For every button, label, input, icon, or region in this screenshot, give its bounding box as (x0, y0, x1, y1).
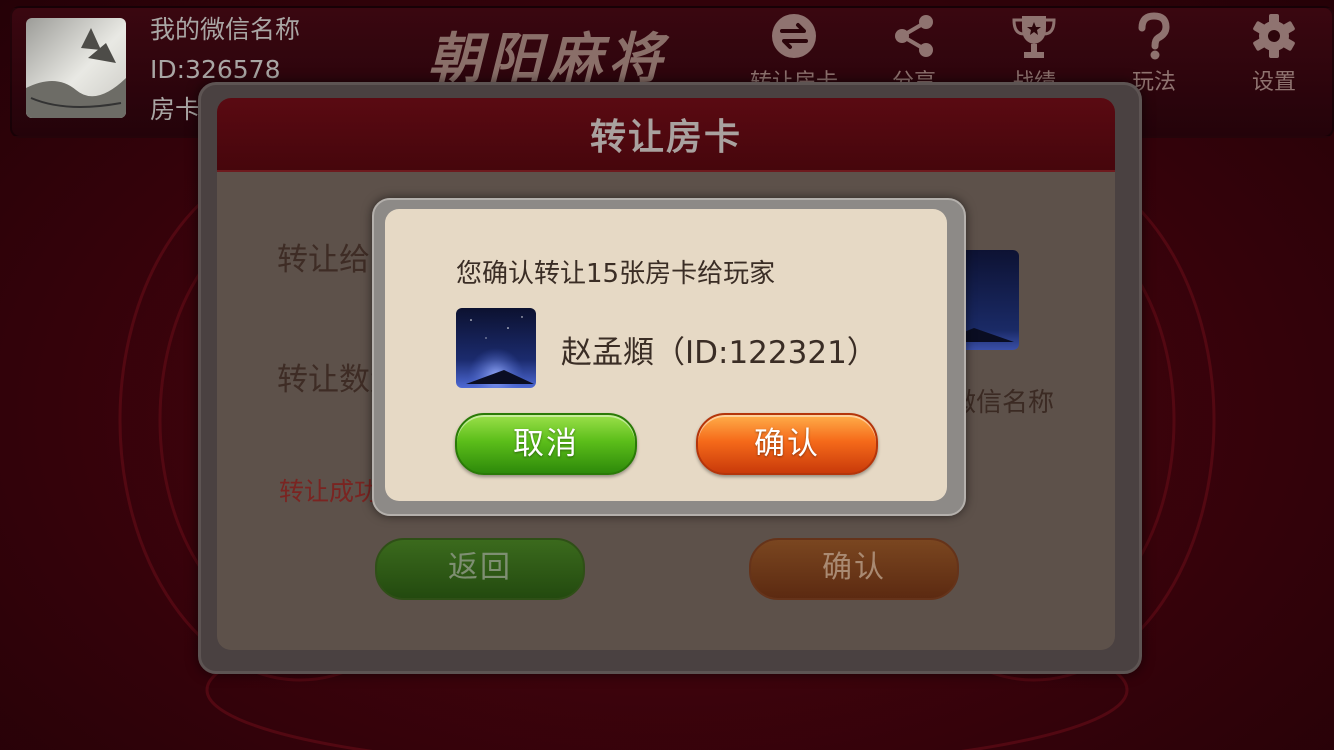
transfer-to-label: 转让给 (277, 242, 370, 278)
nav-settings[interactable]: 设置 (1219, 12, 1329, 96)
trophy-icon (1012, 16, 1056, 58)
user-nickname: 我的微信名称 (150, 15, 301, 44)
confirm-popup: 您确认转让15张房卡给玩家 赵孟頫（ID:122321） 取消 确认 (385, 209, 947, 501)
ok-button[interactable]: 确认 (696, 413, 878, 475)
nav-settings-label: 设置 (1251, 70, 1296, 95)
transfer-icon (772, 14, 816, 58)
player-name: 赵孟頫（ID:122321） (561, 335, 878, 371)
success-hint: 转让成功 (279, 477, 380, 506)
transfer-confirm-button[interactable]: 确认 (749, 538, 959, 600)
player-avatar (456, 308, 536, 388)
cancel-button[interactable]: 取消 (455, 413, 637, 475)
transfer-dialog-title: 转让房卡 (589, 117, 742, 158)
player-avatar-image (456, 308, 536, 388)
question-icon (1138, 12, 1170, 60)
user-avatar[interactable] (26, 18, 126, 118)
transfer-dialog-header: 转让房卡 (217, 98, 1115, 172)
back-button[interactable]: 返回 (375, 538, 585, 600)
gear-icon (1253, 14, 1295, 58)
confirm-message: 您确认转让15张房卡给玩家 (456, 259, 776, 289)
share-icon (895, 15, 933, 57)
avatar-image (26, 28, 126, 118)
